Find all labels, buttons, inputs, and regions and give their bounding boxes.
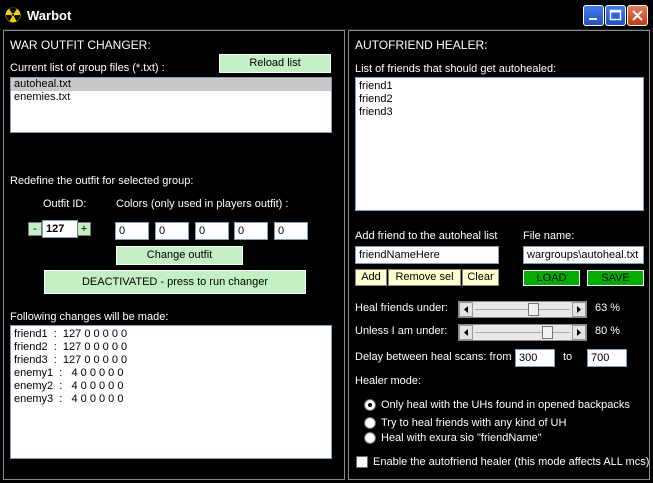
heal-under-value: 63 % [595, 302, 621, 314]
mode-radio-1[interactable] [364, 399, 376, 411]
outfit-id-label: Outfit ID: [43, 198, 87, 210]
maximize-button[interactable] [605, 5, 626, 26]
mode-radio-3[interactable] [364, 432, 376, 444]
delay-from-input[interactable]: 300 [515, 349, 555, 367]
mode-radio-2[interactable] [364, 417, 376, 429]
color-field-2[interactable]: 0 [155, 222, 189, 240]
load-button[interactable]: LOAD [523, 270, 580, 286]
unless-slider[interactable] [458, 324, 587, 341]
window-title: Warbot [27, 8, 72, 23]
list-item[interactable]: friend3 [356, 106, 643, 119]
colors-label: Colors (only used in players outfit) : [116, 198, 289, 210]
outfit-header: WAR OUTFIT CHANGER: [10, 38, 151, 52]
list-item: friend2 : 127 0 0 0 0 0 [14, 341, 128, 353]
group-files-label: Current list of group files (*.txt) : [10, 62, 165, 74]
slider-left-arrow-icon[interactable] [459, 325, 473, 340]
remove-selected-button[interactable]: Remove sel [388, 269, 461, 286]
add-friend-label: Add friend to the autoheal list [355, 230, 498, 242]
healer-mode-label: Healer mode: [355, 375, 422, 387]
close-button[interactable] [627, 5, 648, 26]
unless-value: 80 % [595, 325, 621, 337]
list-item: friend3 : 127 0 0 0 0 0 [14, 354, 128, 366]
delay-to-input[interactable]: 700 [587, 349, 627, 367]
slider-right-arrow-icon[interactable] [572, 325, 586, 340]
redefine-label: Redefine the outfit for selected group: [10, 175, 194, 187]
delay-label: Delay between heal scans: from [355, 351, 512, 363]
list-item[interactable]: friend2 [356, 93, 643, 106]
color-field-4[interactable]: 0 [234, 222, 268, 240]
mode-label-2: Try to heal friends with any kind of UH [381, 417, 567, 429]
list-item: enemy3 : 4 0 0 0 0 0 [14, 393, 124, 405]
add-button[interactable]: Add [355, 269, 387, 286]
close-icon [632, 10, 643, 21]
color-field-3[interactable]: 0 [195, 222, 229, 240]
outfit-id-field[interactable]: 127 [42, 220, 78, 238]
group-files-list[interactable]: autoheal.txt enemies.txt [10, 77, 332, 133]
changes-label: Following changes will be made: [10, 311, 169, 323]
enable-healer-checkbox[interactable] [356, 456, 368, 468]
slider-thumb[interactable] [527, 303, 539, 316]
reload-list-button[interactable]: Reload list [219, 54, 331, 73]
file-name-input[interactable]: wargroups\autoheal.txt [523, 246, 644, 264]
list-item: friend1 : 127 0 0 0 0 0 [14, 328, 128, 340]
friends-list[interactable]: friend1 friend2 friend3 [355, 77, 644, 211]
slider-left-arrow-icon[interactable] [459, 302, 473, 317]
friends-list-label: List of friends that should get autoheal… [355, 63, 557, 75]
outfit-decrement-button[interactable]: - [28, 222, 42, 236]
outfit-increment-button[interactable]: + [77, 222, 91, 236]
radiation-icon [5, 7, 21, 23]
healer-header: AUTOFRIEND HEALER: [355, 38, 488, 52]
minimize-button[interactable] [583, 5, 604, 26]
delay-to-label: to [563, 351, 573, 363]
mode-label-3: Heal with exura sio "friendName" [381, 432, 542, 444]
clear-button[interactable]: Clear [462, 269, 499, 286]
slider-right-arrow-icon[interactable] [572, 302, 586, 317]
list-item[interactable]: friend1 [356, 80, 643, 93]
list-item[interactable]: enemies.txt [11, 91, 331, 104]
minimize-icon [589, 18, 597, 20]
change-outfit-button[interactable]: Change outfit [116, 246, 243, 265]
mode-label-1: Only heal with the UHs found in opened b… [381, 399, 630, 411]
list-item: enemy2 : 4 0 0 0 0 0 [14, 380, 124, 392]
list-item[interactable]: autoheal.txt [11, 78, 331, 91]
maximize-icon [609, 9, 622, 21]
enable-healer-label: Enable the autofriend healer (this mode … [373, 456, 650, 468]
heal-under-slider[interactable] [458, 301, 587, 318]
title-bar[interactable] [0, 0, 653, 30]
run-changer-button[interactable]: DEACTIVATED - press to run changer [44, 270, 306, 294]
heal-under-label: Heal friends under: [355, 302, 448, 314]
save-button[interactable]: SAVE [587, 270, 644, 286]
add-friend-input[interactable]: friendNameHere [355, 246, 499, 264]
changes-list[interactable]: friend1 : 127 0 0 0 0 0 friend2 : 127 0 … [10, 325, 332, 459]
unless-label: Unless I am under: [355, 325, 448, 337]
list-item: enemy1 : 4 0 0 0 0 0 [14, 367, 124, 379]
slider-thumb[interactable] [542, 326, 554, 339]
color-field-1[interactable]: 0 [115, 222, 149, 240]
color-field-5[interactable]: 0 [274, 222, 308, 240]
file-name-label: File name: [523, 230, 575, 242]
